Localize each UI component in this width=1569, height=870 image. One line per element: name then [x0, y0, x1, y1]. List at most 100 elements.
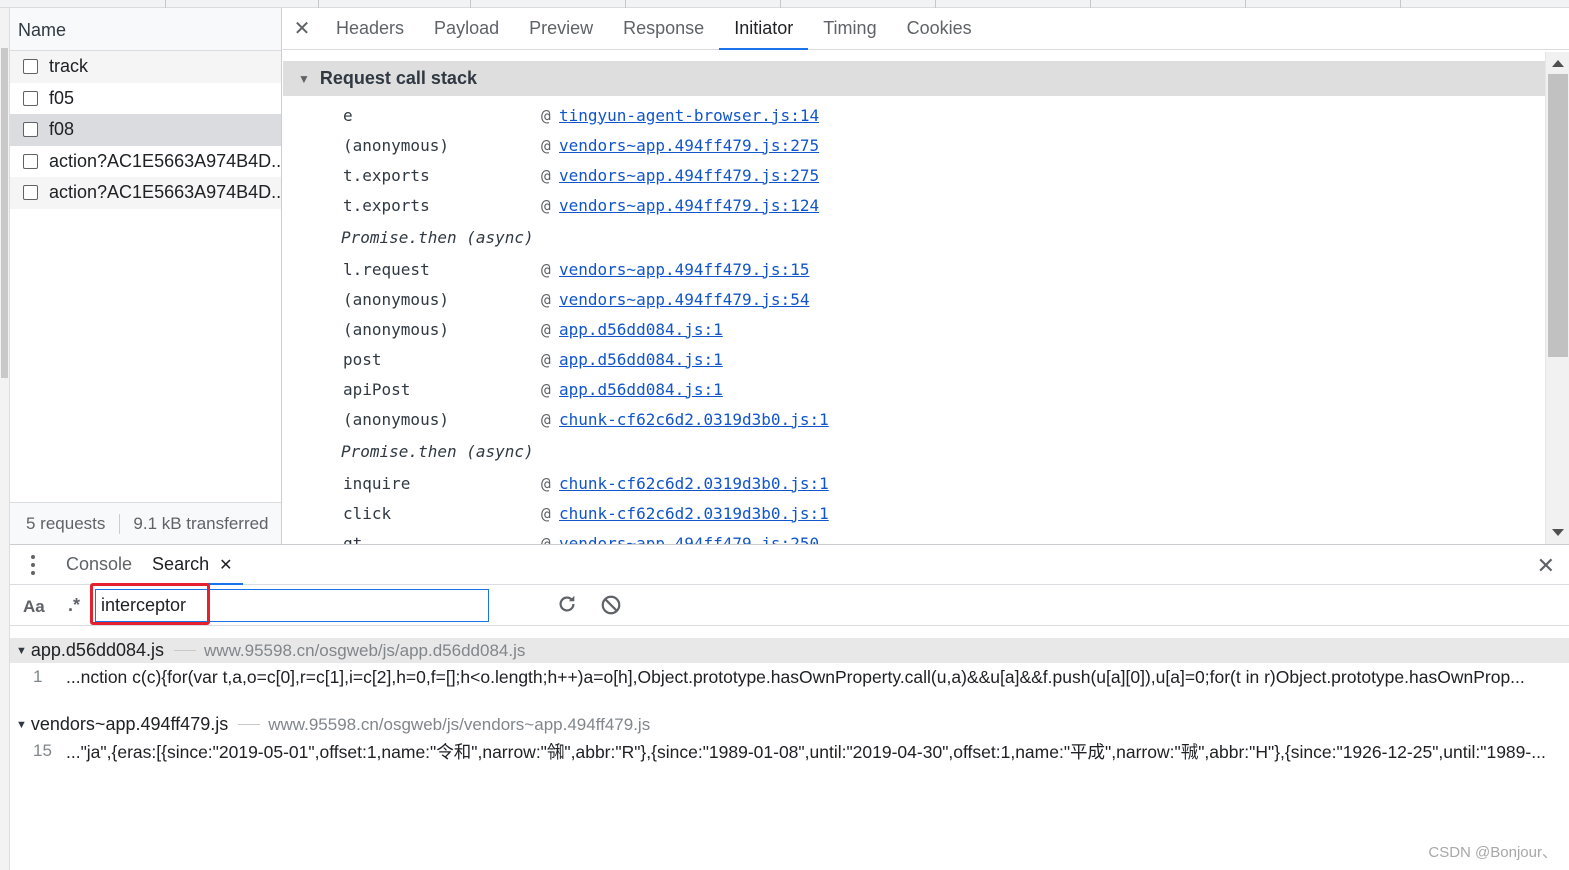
result-match-line[interactable]: 15 ..."ja",{eras:[{since:"2019-05-01",off… — [10, 737, 1569, 765]
scroll-down-arrow-icon[interactable] — [1552, 529, 1564, 536]
request-name: track — [49, 56, 89, 77]
drawer-tab-search[interactable]: Search ✕ — [142, 545, 243, 585]
frame-source-link[interactable]: vendors~app.494ff479.js:124 — [559, 196, 819, 215]
detail-scrollbar[interactable] — [1545, 52, 1569, 544]
tab-response[interactable]: Response — [608, 8, 719, 49]
tab-payload[interactable]: Payload — [419, 8, 514, 49]
separator-line — [238, 724, 261, 725]
more-options-icon[interactable] — [10, 545, 56, 584]
separator-line — [174, 650, 197, 651]
async-separator: Promise.then (async) — [283, 220, 1545, 254]
request-row[interactable]: f08 — [10, 114, 281, 146]
frame-function: post — [343, 349, 382, 369]
stack-frame: t.exports @ vendors~app.494ff479.js:275 — [283, 160, 1545, 190]
line-number: 15 — [33, 741, 52, 760]
frame-function: (anonymous) — [343, 135, 449, 155]
close-tab-icon[interactable]: ✕ — [219, 555, 232, 575]
at-sign: @ — [541, 319, 551, 339]
frame-source-link[interactable]: vendors~app.494ff479.js:275 — [559, 136, 819, 155]
result-match-line[interactable]: 1 ...nction c(c){for(var t,a,o=c[0],r=c[1… — [10, 663, 1569, 691]
frame-source-link[interactable]: chunk-cf62c6d2.0319d3b0.js:1 — [559, 504, 829, 523]
at-sign: @ — [541, 289, 551, 309]
frame-source-link[interactable]: chunk-cf62c6d2.0319d3b0.js:1 — [559, 474, 829, 493]
close-drawer-icon[interactable]: ✕ — [1537, 553, 1555, 579]
frame-source-link[interactable]: app.d56dd084.js:1 — [559, 350, 723, 369]
checkbox[interactable] — [23, 122, 38, 138]
frame-source-link[interactable]: app.d56dd084.js:1 — [559, 320, 723, 339]
frame-source-link[interactable]: tingyun-agent-browser.js:14 — [559, 106, 819, 125]
name-column-header[interactable]: Name — [10, 8, 281, 51]
request-row[interactable]: action?AC1E5663A974B4D... — [10, 177, 281, 209]
request-row[interactable]: track — [10, 51, 281, 83]
request-status-bar: 5 requests 9.1 kB transferred — [10, 502, 281, 544]
left-scrollbar-thumb[interactable] — [1, 48, 8, 378]
strip-divider — [935, 0, 936, 8]
search-input[interactable] — [95, 589, 489, 622]
tab-headers[interactable]: Headers — [321, 8, 419, 49]
strip-divider — [470, 0, 471, 8]
frame-source-link[interactable]: chunk-cf62c6d2.0319d3b0.js:1 — [559, 410, 829, 429]
section-title: Request call stack — [319, 68, 477, 88]
drawer-tab-label: Search — [152, 554, 210, 574]
left-edge-scrollbar[interactable] — [0, 8, 10, 870]
scrollbar-thumb[interactable] — [1548, 74, 1568, 357]
scroll-up-arrow-icon[interactable] — [1552, 60, 1564, 67]
clear-icon[interactable] — [600, 594, 622, 616]
request-row[interactable]: f05 — [10, 83, 281, 115]
stack-frame: t.exports @ vendors~app.494ff479.js:124 — [283, 190, 1545, 220]
at-sign: @ — [541, 503, 551, 523]
match-case-button[interactable]: Aa — [23, 597, 45, 617]
strip-divider — [165, 0, 166, 8]
at-sign: @ — [541, 259, 551, 279]
frame-source-link[interactable]: vendors~app.494ff479.js:54 — [559, 290, 809, 309]
top-toolbar-strip — [0, 0, 1569, 8]
request-name: action?AC1E5663A974B4D... — [49, 150, 281, 171]
tab-initiator[interactable]: Initiator — [719, 8, 809, 50]
checkbox[interactable] — [23, 185, 38, 201]
result-file-name: vendors~app.494ff479.js — [30, 714, 229, 734]
frame-function: apiPost — [343, 379, 411, 399]
frame-source-link[interactable]: vendors~app.494ff479.js:15 — [559, 260, 809, 279]
refresh-icon[interactable] — [556, 593, 578, 615]
request-name: f05 — [49, 87, 75, 108]
stack-frame: (anonymous) @ vendors~app.494ff479.js:275 — [283, 130, 1545, 160]
drawer-tab-console[interactable]: Console — [56, 545, 142, 584]
stack-frame: qt @ vendors~app.494ff479.js:250 — [283, 528, 1545, 545]
request-row[interactable]: action?AC1E5663A974B4D... — [10, 146, 281, 178]
request-name: f08 — [49, 119, 75, 140]
stack-frame: l.request @ vendors~app.494ff479.js:15 — [283, 254, 1545, 284]
at-sign: @ — [541, 349, 551, 369]
frame-function: e — [343, 105, 353, 125]
frame-source-link[interactable]: vendors~app.494ff479.js:250 — [559, 534, 819, 545]
detail-tab-bar: ✕ Headers Payload Preview Response Initiator… — [283, 8, 1569, 50]
stack-frame: (anonymous) @ app.d56dd084.js:1 — [283, 314, 1545, 344]
at-sign: @ — [541, 409, 551, 429]
result-file-header[interactable]: ▼ app.d56dd084.js www.95598.cn/osgweb/js/a… — [10, 638, 1569, 663]
stack-frame: apiPost @ app.d56dd084.js:1 — [283, 374, 1545, 404]
stack-frame: inquire @ chunk-cf62c6d2.0319d3b0.js:1 — [283, 468, 1545, 498]
at-sign: @ — [541, 533, 551, 545]
frame-function: l.request — [343, 259, 430, 279]
stack-frame: click @ chunk-cf62c6d2.0319d3b0.js:1 — [283, 498, 1545, 528]
checkbox[interactable] — [23, 153, 38, 169]
result-file-url: www.95598.cn/osgweb/js/vendors~app.494ff… — [268, 714, 651, 734]
checkbox[interactable] — [23, 90, 38, 106]
regex-button[interactable]: .* — [68, 595, 80, 616]
tab-timing[interactable]: Timing — [808, 8, 891, 49]
request-detail-panel: ✕ Headers Payload Preview Response Initiator… — [283, 8, 1569, 544]
triangle-down-icon: ▼ — [16, 644, 27, 657]
frame-source-link[interactable]: app.d56dd084.js:1 — [559, 380, 723, 399]
request-call-stack-header[interactable]: ▼ Request call stack — [283, 61, 1545, 96]
request-rows: track f05 f08 action?AC1E5663A974B4D... acti… — [10, 51, 281, 209]
async-separator: Promise.then (async) — [283, 434, 1545, 468]
tab-cookies[interactable]: Cookies — [892, 8, 987, 49]
close-icon[interactable]: ✕ — [283, 8, 321, 49]
triangle-down-icon: ▼ — [298, 71, 310, 86]
frame-function: qt — [343, 533, 363, 545]
frame-function: (anonymous) — [343, 409, 449, 429]
frame-source-link[interactable]: vendors~app.494ff479.js:275 — [559, 166, 819, 185]
tab-preview[interactable]: Preview — [514, 8, 608, 49]
checkbox[interactable] — [23, 59, 38, 75]
result-file-header[interactable]: ▼ vendors~app.494ff479.js www.95598.cn/osg… — [10, 712, 1569, 737]
strip-divider — [780, 0, 781, 8]
